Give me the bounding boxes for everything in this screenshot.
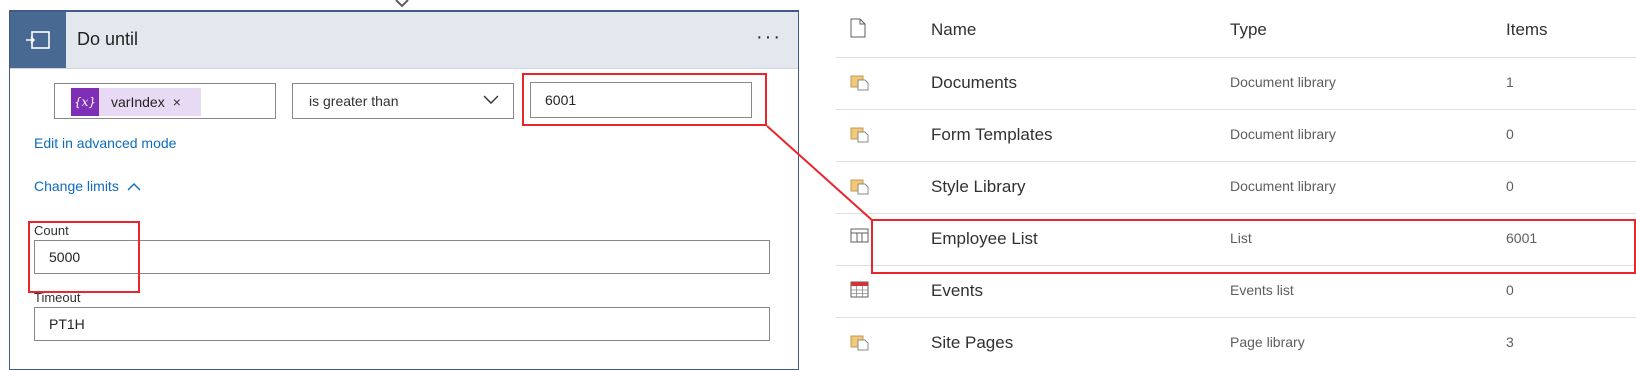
operator-dropdown[interactable]: is greater than <box>292 83 514 119</box>
row-name[interactable]: Events <box>931 281 983 301</box>
edit-advanced-mode-link[interactable]: Edit in advanced mode <box>34 135 176 151</box>
remove-token-icon[interactable]: × <box>173 94 181 110</box>
variable-icon: {x} <box>71 88 99 116</box>
column-header-type[interactable]: Type <box>1230 20 1267 40</box>
row-items: 1 <box>1506 74 1514 90</box>
document-library-icon <box>850 127 869 143</box>
condition-left-operand[interactable]: {x} varIndex × <box>54 83 276 119</box>
count-input[interactable]: 5000 <box>34 240 770 274</box>
row-type: Document library <box>1230 178 1336 194</box>
list-header: Name Type Items <box>836 0 1636 58</box>
document-library-icon <box>850 179 869 195</box>
list-row-form-templates[interactable]: Form Templates Document library 0 <box>836 109 1636 162</box>
row-name[interactable]: Form Templates <box>931 125 1053 145</box>
list-row-documents[interactable]: Documents Document library 1 <box>836 57 1636 110</box>
column-header-items[interactable]: Items <box>1506 20 1548 40</box>
document-library-icon <box>850 75 869 91</box>
document-library-icon <box>850 335 869 351</box>
row-type: Events list <box>1230 282 1294 298</box>
list-row-site-pages[interactable]: Site Pages Page library 3 <box>836 317 1636 369</box>
do-until-header[interactable]: Do until ··· <box>10 12 798 69</box>
employee-list-highlight-box <box>871 219 1636 274</box>
list-icon <box>850 228 869 243</box>
row-name[interactable]: Site Pages <box>931 333 1013 353</box>
change-limits-toggle[interactable]: Change limits <box>34 178 141 194</box>
chevron-down-icon <box>483 95 499 104</box>
operator-value: is greater than <box>309 93 399 109</box>
row-type: Document library <box>1230 126 1336 142</box>
row-name[interactable]: Documents <box>931 73 1017 93</box>
site-contents-list: Name Type Items Documents Document libra… <box>836 0 1636 364</box>
change-limits-label: Change limits <box>34 178 119 194</box>
chevron-up-icon <box>127 182 141 190</box>
count-highlight-box <box>28 221 140 293</box>
calendar-icon <box>850 281 869 298</box>
row-items: 0 <box>1506 282 1514 298</box>
row-name[interactable]: Style Library <box>931 177 1025 197</box>
timeout-value: PT1H <box>49 316 85 332</box>
more-options-button[interactable]: ··· <box>756 26 782 49</box>
row-items: 0 <box>1506 126 1514 142</box>
list-row-style-library[interactable]: Style Library Document library 0 <box>836 161 1636 214</box>
column-header-name[interactable]: Name <box>931 20 976 40</box>
variable-token[interactable]: {x} varIndex × <box>71 88 201 116</box>
row-items: 0 <box>1506 178 1514 194</box>
row-type: Page library <box>1230 334 1305 350</box>
loop-icon <box>10 12 66 68</box>
timeout-input[interactable]: PT1H <box>34 307 770 341</box>
token-label: varIndex <box>111 94 165 110</box>
flow-connector-arrow-icon <box>395 0 409 8</box>
file-type-icon[interactable] <box>850 18 866 38</box>
value-highlight-box <box>522 73 767 126</box>
row-type: Document library <box>1230 74 1336 90</box>
card-title: Do until <box>77 29 139 49</box>
row-items: 3 <box>1506 334 1514 350</box>
